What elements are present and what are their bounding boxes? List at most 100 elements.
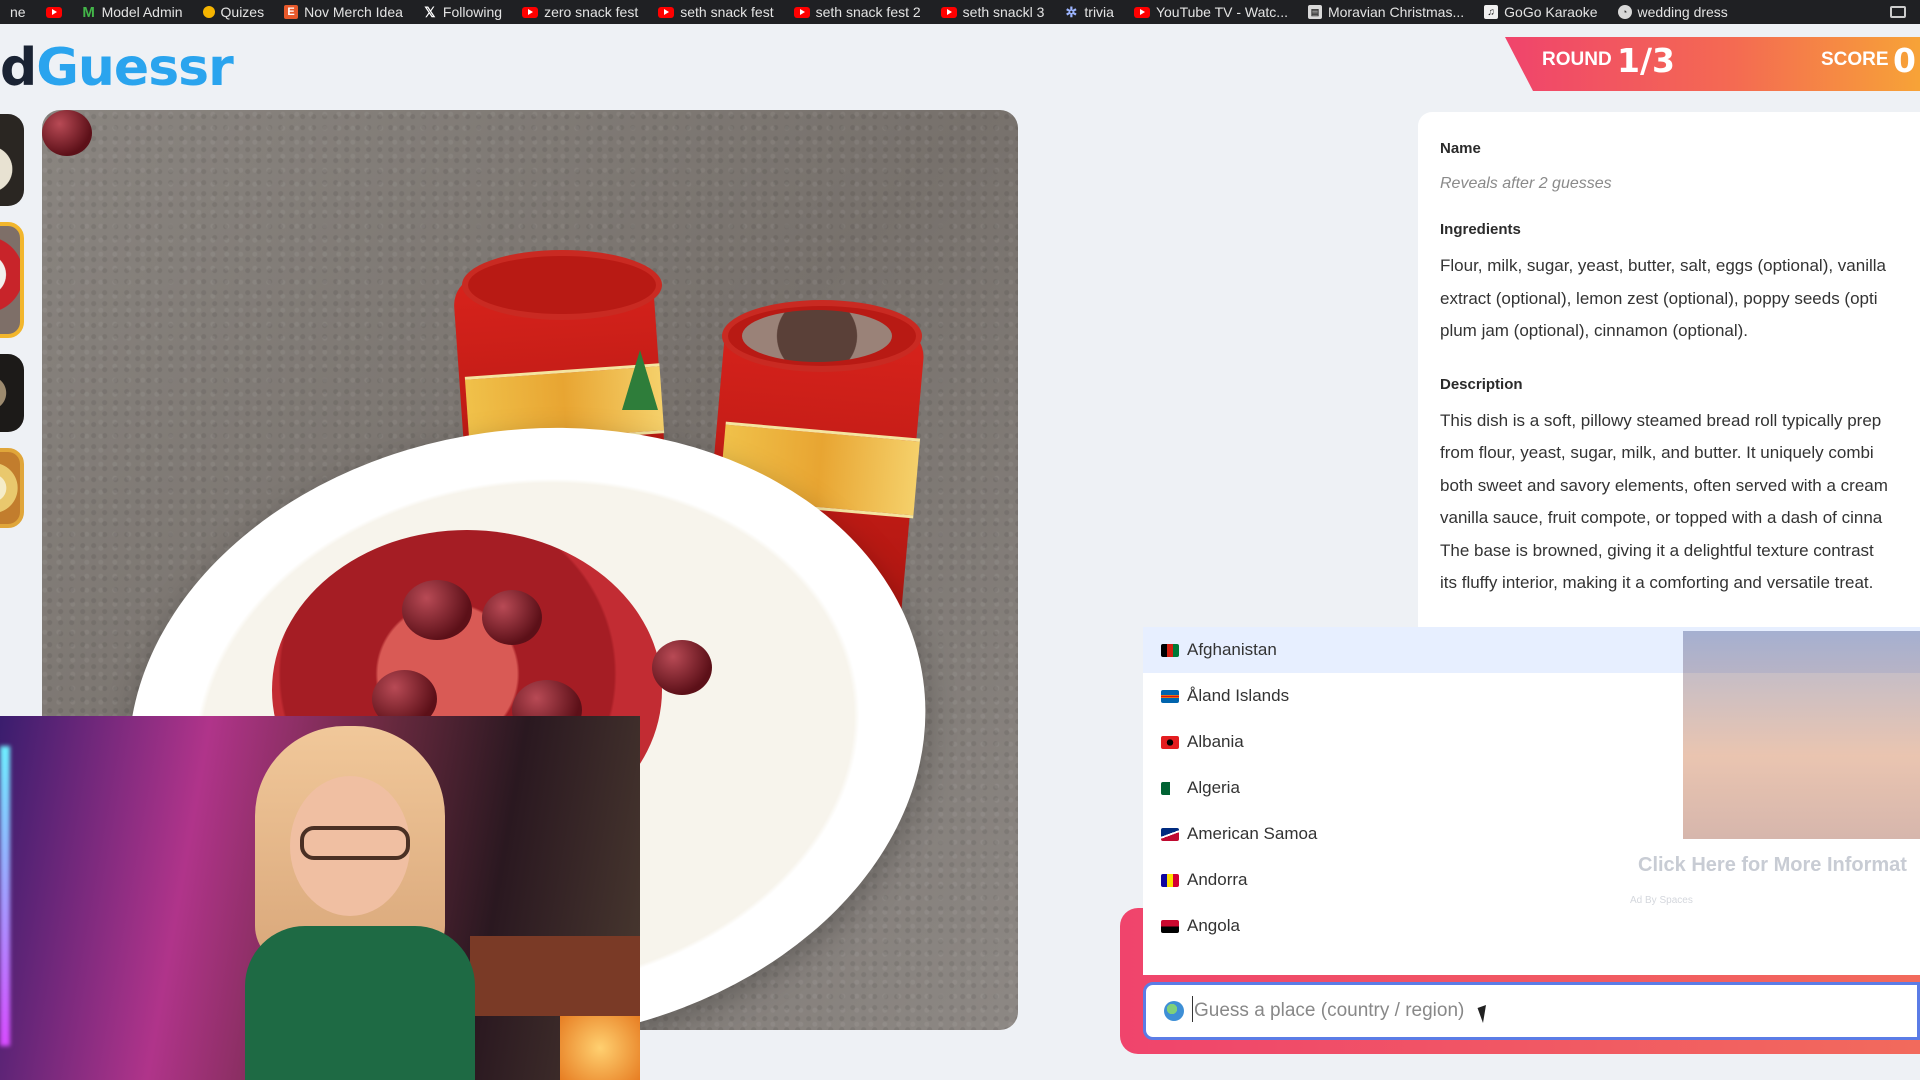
app-logo[interactable]: dGuessr — [0, 38, 234, 98]
ingredients-line: extract (optional), lemon zest (optional… — [1440, 288, 1878, 308]
bookmark-label: seth snack fest 2 — [815, 4, 921, 20]
x-icon: 𝕏 — [424, 3, 436, 20]
afghanistan-flag-icon — [1161, 643, 1179, 657]
cherry — [482, 590, 542, 645]
bookmark-label: Nov Merch Idea — [304, 4, 403, 20]
bookmark-following[interactable]: 𝕏 Following — [413, 0, 512, 24]
description-section: Description This dish is a soft, pillowy… — [1440, 376, 1898, 600]
bookmark-label: Following — [442, 4, 503, 20]
bulb-icon — [202, 6, 215, 18]
bookmark-label: wedding dress — [1637, 4, 1728, 20]
angola-flag-icon — [1161, 919, 1179, 933]
description-line: both sweet and savory elements, often se… — [1440, 475, 1888, 495]
boot-mug-rim — [462, 250, 662, 320]
ad-headline[interactable]: Click Here for More Informat — [1638, 854, 1907, 877]
cherry — [42, 110, 92, 156]
desk-lamp — [560, 1016, 640, 1080]
bookmark-youtube-tv[interactable]: YouTube TV - Watc... — [1124, 0, 1298, 24]
american-samoa-flag-icon — [1161, 827, 1179, 841]
ingredients-text: Flour, milk, sugar, yeast, butter, salt,… — [1440, 250, 1898, 348]
andorra-flag-icon — [1161, 873, 1179, 887]
option-label: Åland Islands — [1187, 686, 1290, 705]
youtube-icon — [1133, 6, 1150, 18]
round-score-header: ROUND 1/3 SCORE 0 — [1505, 37, 1920, 91]
bookmark-gogo[interactable]: ♫ GoGo Karaoke — [1474, 0, 1607, 24]
gogo-icon: ♫ — [1484, 5, 1499, 19]
ingredients-line: Flour, milk, sugar, yeast, butter, salt,… — [1440, 256, 1886, 275]
bookmark-partial[interactable]: ne — [0, 0, 36, 24]
streamer-glasses — [300, 826, 410, 860]
dish-info-panel: Name Reveals after 2 guesses Ingredients… — [1418, 112, 1920, 627]
bookmark-label: seth snackl 3 — [962, 4, 1045, 20]
ad-image[interactable] — [1683, 631, 1920, 839]
description-line: from flour, yeast, sugar, milk, and butt… — [1440, 443, 1874, 462]
guess-input[interactable] — [1194, 1000, 1794, 1022]
description-line: its fluffy interior, making it a comfort… — [1440, 573, 1874, 592]
dish-thumbnail[interactable] — [0, 354, 24, 432]
description-line: vanilla sauce, fruit compote, or topped … — [1440, 508, 1883, 527]
bookmark-label: Model Admin — [101, 4, 183, 20]
bookmark-seth-snack-2[interactable]: seth snack fest 2 — [784, 0, 931, 24]
bookmark-label: trivia — [1084, 4, 1114, 20]
ingredients-line: plum jam (optional), cinnamon (optional)… — [1440, 321, 1749, 340]
doc-icon: ▤ — [1307, 5, 1322, 19]
bookmark-seth-snack-3[interactable]: seth snackl 3 — [931, 0, 1055, 24]
youtube-icon — [940, 6, 957, 18]
bookmark-youtube[interactable] — [36, 0, 72, 24]
wd-icon: ◔ — [1617, 5, 1632, 19]
option-label: Albania — [1187, 732, 1244, 751]
bookmark-label: Quizes — [220, 4, 265, 20]
description-line: This dish is a soft, pillowy steamed bre… — [1440, 410, 1882, 430]
bookmark-label: GoGo Karaoke — [1504, 4, 1598, 20]
ad-attribution: Ad By Spaces — [1630, 895, 1693, 906]
tree-decoration — [622, 350, 658, 410]
m-icon: M — [82, 3, 95, 21]
youtube-icon — [522, 6, 539, 18]
drink-foam — [742, 310, 892, 362]
bookmark-moravian[interactable]: ▤ Moravian Christmas... — [1298, 0, 1474, 24]
description-text: This dish is a soft, pillowy steamed bre… — [1440, 405, 1898, 600]
bookmark-quizes[interactable]: Quizes — [193, 0, 275, 24]
logo-part-1: d — [0, 38, 37, 98]
guess-input-box[interactable] — [1143, 982, 1920, 1040]
star-icon: ✲ — [1065, 3, 1078, 20]
webcam-overlay — [0, 716, 640, 1080]
option-label: Afghanistan — [1187, 640, 1277, 659]
algeria-flag-icon — [1161, 781, 1179, 795]
dish-thumbnail[interactable] — [0, 448, 24, 528]
bookmark-label: seth snack fest — [680, 4, 774, 20]
bookmark-label: Moravian Christmas... — [1327, 4, 1465, 20]
youtube-icon — [658, 6, 675, 18]
albania-flag-icon — [1161, 735, 1179, 749]
bookmark-label: ne — [10, 4, 26, 20]
youtube-icon — [45, 6, 62, 18]
bookmark-label: zero snack fest — [544, 4, 639, 20]
window-icon[interactable] — [1890, 6, 1906, 18]
dropdown-option-angola[interactable]: Angola — [1143, 903, 1920, 949]
option-label: Algeria — [1187, 778, 1240, 797]
cherry — [402, 580, 472, 640]
dish-thumbnail-selected[interactable] — [0, 222, 24, 338]
bookmarks-bar: ne M Model Admin Quizes E Nov Merch Idea 𝕏… — [0, 0, 1920, 24]
bookmark-nov-merch[interactable]: E Nov Merch Idea — [274, 0, 413, 24]
bookmark-model-admin[interactable]: M Model Admin — [72, 0, 193, 24]
bookmark-zero-snack[interactable]: zero snack fest — [512, 0, 648, 24]
background-desk — [470, 936, 640, 1016]
led-light — [0, 746, 10, 1046]
option-label: Angola — [1187, 916, 1240, 935]
ingredients-section: Ingredients Flour, milk, sugar, yeast, b… — [1440, 221, 1898, 348]
score-value: 0 — [1893, 41, 1916, 80]
dish-thumbnail[interactable] — [0, 114, 24, 206]
round-label: ROUND — [1542, 49, 1612, 70]
text-caret — [1192, 996, 1193, 1022]
bookmark-wedding[interactable]: ◔ wedding dress — [1608, 0, 1738, 24]
description-line: The base is browned, giving it a delight… — [1440, 540, 1874, 560]
cherry — [652, 640, 712, 695]
streamer-top — [245, 926, 475, 1080]
globe-icon — [1164, 1001, 1184, 1021]
bookmark-trivia[interactable]: ✲ trivia — [1054, 0, 1124, 24]
aland-flag-icon — [1161, 689, 1179, 703]
name-heading: Name — [1440, 140, 1481, 157]
option-label: American Samoa — [1187, 824, 1318, 843]
bookmark-seth-snack[interactable]: seth snack fest — [648, 0, 783, 24]
